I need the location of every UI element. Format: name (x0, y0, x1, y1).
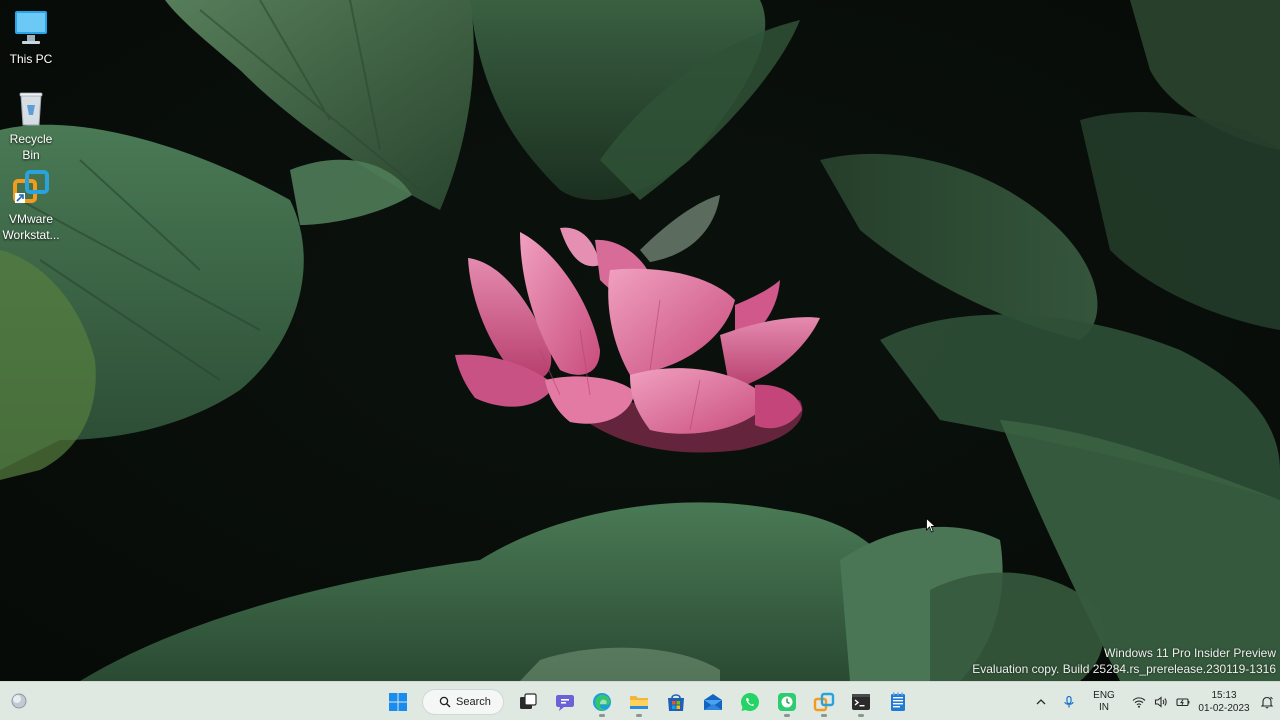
monitor-icon (11, 8, 51, 48)
desktop-icon-label: Recycle Bin (9, 132, 53, 162)
desktop-wallpaper (0, 0, 1280, 681)
terminal-button[interactable] (844, 685, 878, 718)
taskbar-center: Search (381, 685, 915, 718)
microphone-icon[interactable] (1058, 691, 1080, 713)
task-view-icon (520, 692, 537, 709)
microsoft-store-icon (668, 693, 684, 711)
desktop-icon-label: This PC (9, 52, 53, 66)
show-hidden-icons-chevron-up-icon[interactable] (1030, 691, 1052, 713)
wifi-icon[interactable] (1128, 691, 1150, 713)
start-button[interactable] (381, 685, 415, 718)
search-label: Search (456, 695, 491, 708)
clock-date[interactable]: 15:13 01-02-2023 (1194, 689, 1254, 715)
desktop-icon-vmware-workstation[interactable]: VMware Workstat... (0, 168, 62, 243)
microsoft-store-button[interactable] (659, 685, 693, 718)
vmware-button[interactable] (807, 685, 841, 718)
teams-chat-button[interactable] (548, 685, 582, 718)
search-icon (439, 696, 451, 707)
mouse-pointer-icon (926, 518, 936, 533)
battery-charging-icon[interactable] (1172, 691, 1194, 713)
volume-icon[interactable] (1150, 691, 1172, 713)
notepad-icon (891, 692, 905, 711)
task-view-button[interactable] (511, 685, 545, 718)
running-indicator (821, 714, 827, 717)
desktop-icon-this-pc[interactable]: This PC (0, 8, 62, 67)
recycle-bin-icon (11, 88, 51, 128)
mail-icon (704, 693, 722, 710)
evaluation-watermark: Windows 11 Pro Insider Preview Evaluatio… (972, 645, 1276, 677)
desktop-icon-label: VMware Workstat... (2, 212, 60, 242)
terminal-icon (852, 693, 870, 710)
windows-logo-icon (389, 692, 407, 711)
watermark-line-edition: Windows 11 Pro Insider Preview (1104, 646, 1276, 660)
clock-app-icon (778, 692, 796, 711)
taskbar-search-button[interactable]: Search (422, 688, 504, 715)
edge-button[interactable] (585, 685, 619, 718)
widgets-weather-icon[interactable] (8, 690, 30, 712)
running-indicator (858, 714, 864, 717)
watermark-line-build: Evaluation copy. Build 25284.rs_prerelea… (972, 662, 1276, 676)
taskbar: Search ENG IN 15:13 01-02-2023 (0, 681, 1280, 720)
file-explorer-icon (630, 695, 648, 709)
clock-time: 15:13 (1211, 689, 1237, 701)
whatsapp-button[interactable] (733, 685, 767, 718)
clock-date-text: 01-02-2023 (1198, 702, 1250, 714)
teams-chat-icon (556, 694, 574, 711)
notification-bell-icon[interactable] (1254, 691, 1280, 713)
language-code: ENG (1093, 689, 1115, 701)
vmware-icon (813, 692, 835, 711)
mail-button[interactable] (696, 685, 730, 718)
file-explorer-button[interactable] (622, 685, 656, 718)
system-tray: ENG IN 15:13 01-02-2023 (1030, 682, 1280, 720)
clock-app-button[interactable] (770, 685, 804, 718)
running-indicator (636, 714, 642, 717)
running-indicator (599, 714, 605, 717)
notepad-button[interactable] (881, 685, 915, 718)
input-language-indicator[interactable]: ENG IN (1086, 690, 1122, 714)
vmware-icon (11, 168, 51, 208)
whatsapp-icon (741, 692, 759, 711)
desktop-icon-recycle-bin[interactable]: Recycle Bin (0, 88, 62, 163)
running-indicator (784, 714, 790, 717)
edge-icon (593, 692, 611, 711)
keyboard-region: IN (1099, 701, 1109, 713)
